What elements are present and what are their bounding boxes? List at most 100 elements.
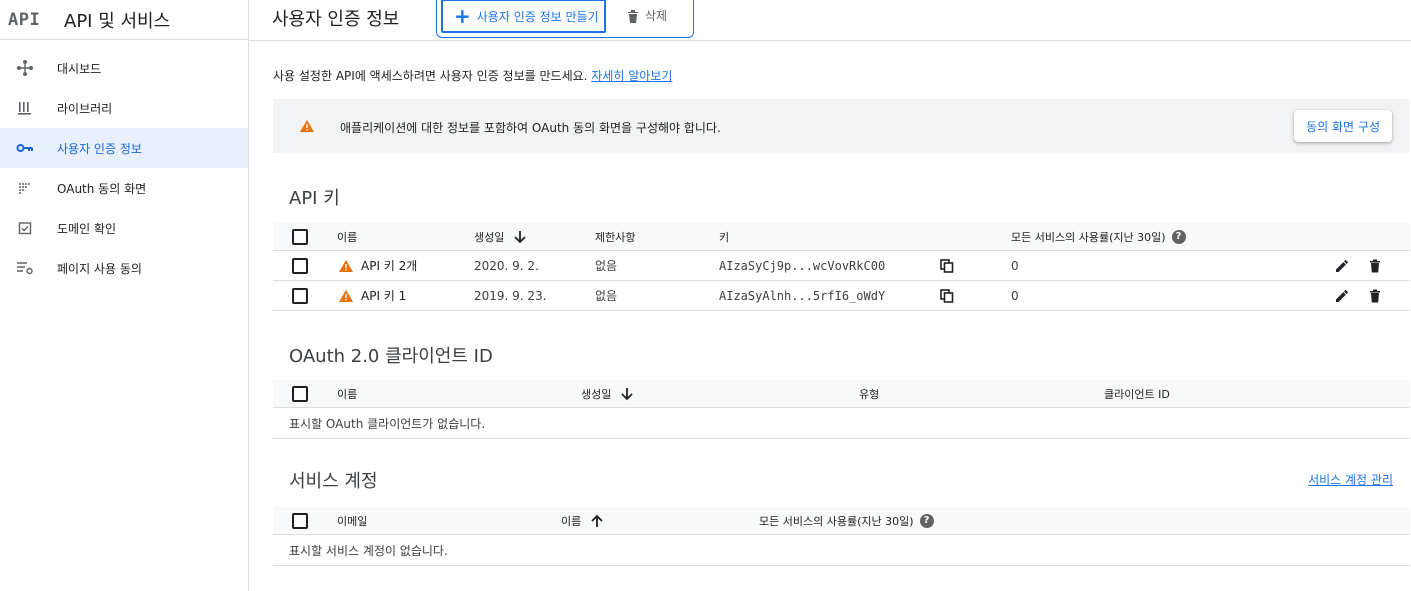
api-logo: API [8, 9, 41, 30]
table-header: 이름 생성일 제한사항 키 모든 서비스의 사용률(지난 30일) ? [273, 223, 1410, 251]
key-value: AIzaSyCj9p...wcVovRkC00 [719, 258, 886, 273]
restrictions: 없음 [595, 259, 618, 273]
delete-label: 삭제 [645, 9, 668, 23]
created-date: 2019. 9. 23. [474, 288, 547, 303]
intro-text: 사용 설정한 API에 액세스하려면 사용자 인증 정보를 만드세요. 자세히 … [273, 67, 672, 84]
table-header: 이름 생성일 유형 클라이언트 ID [273, 380, 1410, 408]
edit-icon[interactable] [1334, 281, 1350, 310]
empty-state: 표시할 OAuth 클라이언트가 없습니다. [273, 408, 1410, 439]
create-credentials-button[interactable]: + 사용자 인증 정보 만들기 [441, 0, 606, 33]
column-name[interactable]: 이름 [561, 507, 603, 534]
delete-button[interactable]: 삭제 [627, 7, 667, 24]
column-usage-label: 모든 서비스의 사용률(지난 30일) [1011, 230, 1166, 244]
sidebar-title: API 및 서비스 [64, 10, 171, 32]
service-accounts-title: 서비스 계정 [289, 471, 378, 492]
row-checkbox[interactable] [292, 287, 308, 304]
sidebar-item-label: 페이지 사용 동의 [57, 261, 142, 276]
sidebar-item-domain-verification[interactable]: 도메인 확인 [0, 208, 248, 248]
column-created-label: 생성일 [581, 387, 612, 401]
sidebar-item-dashboard[interactable]: 대시보드 [0, 48, 248, 88]
usage-value: 0 [1011, 288, 1019, 303]
select-all-checkbox[interactable] [292, 228, 308, 245]
column-created-label: 생성일 [474, 230, 505, 244]
help-icon[interactable]: ? [919, 513, 934, 528]
trash-icon [628, 9, 638, 23]
api-keys-table: 이름 생성일 제한사항 키 모든 서비스의 사용률(지난 30일) ? API … [273, 223, 1410, 311]
oauth-warning-banner: 애플리케이션에 대한 정보를 포함하여 OAuth 동의 화면을 구성해야 합니… [273, 99, 1409, 153]
warning-icon [300, 120, 314, 132]
oauth-clients-title: OAuth 2.0 클라이언트 ID [289, 346, 493, 367]
copy-icon[interactable] [940, 251, 954, 280]
sidebar: API API 및 서비스 대시보드 라이브러리 사용자 인증 정보 OAuth… [0, 0, 249, 591]
select-all-checkbox[interactable] [292, 512, 308, 529]
key-name-link[interactable]: API 키 2개 [361, 251, 417, 280]
column-usage-label: 모든 서비스의 사용률(지난 30일) [759, 514, 914, 528]
empty-state: 표시할 서비스 계정이 없습니다. [273, 535, 1410, 566]
select-all-checkbox[interactable] [292, 385, 308, 402]
column-key: 키 [719, 230, 730, 244]
sidebar-item-page-consent[interactable]: 페이지 사용 동의 [0, 248, 248, 288]
row-checkbox[interactable] [292, 257, 308, 274]
usage-value: 0 [1011, 258, 1019, 273]
help-icon[interactable]: ? [1171, 229, 1186, 244]
sidebar-item-label: OAuth 동의 화면 [57, 181, 147, 196]
library-icon [16, 99, 34, 117]
create-credentials-label: 사용자 인증 정보 만들기 [476, 9, 599, 24]
arrow-down-icon [621, 387, 634, 400]
column-usage: 모든 서비스의 사용률(지난 30일) ? [759, 507, 934, 534]
banner-message: 애플리케이션에 대한 정보를 포함하여 OAuth 동의 화면을 구성해야 합니… [340, 121, 721, 135]
empty-message: 표시할 OAuth 클라이언트가 없습니다. [289, 416, 486, 431]
manage-service-accounts-link[interactable]: 서비스 계정 관리 [1308, 471, 1393, 488]
delete-row-icon[interactable] [1369, 251, 1381, 280]
sidebar-item-oauth-consent[interactable]: OAuth 동의 화면 [0, 168, 248, 208]
key-name-link[interactable]: API 키 1 [361, 281, 406, 310]
created-date: 2020. 9. 2. [474, 258, 539, 273]
restrictions: 없음 [595, 289, 618, 303]
sidebar-item-credentials[interactable]: 사용자 인증 정보 [0, 128, 248, 168]
column-name-label: 이름 [561, 514, 582, 528]
table-header: 이메일 이름 모든 서비스의 사용률(지난 30일) ? [273, 507, 1410, 535]
column-restrictions[interactable]: 제한사항 [595, 223, 635, 250]
plus-icon: + [454, 4, 471, 28]
column-name[interactable]: 이름 [337, 380, 357, 407]
action-bar: + 사용자 인증 정보 만들기 삭제 [436, 0, 694, 38]
empty-message: 표시할 서비스 계정이 없습니다. [289, 543, 448, 558]
sidebar-item-library[interactable]: 라이브러리 [0, 88, 248, 128]
warning-icon [339, 251, 353, 280]
key-value: AIzaSyAlnh...5rfI6_oWdY [719, 288, 886, 303]
column-created[interactable]: 생성일 [474, 223, 527, 250]
page-settings-icon [16, 259, 34, 277]
column-type[interactable]: 유형 [859, 380, 879, 407]
table-row[interactable]: API 키 2개 2020. 9. 2. 없음 AIzaSyCj9p...wcV… [273, 251, 1410, 281]
domain-check-icon [16, 219, 34, 237]
copy-icon[interactable] [940, 281, 954, 310]
arrow-up-icon [591, 514, 603, 527]
api-keys-title: API 키 [289, 188, 340, 209]
intro-message: 사용 설정한 API에 액세스하려면 사용자 인증 정보를 만드세요. [273, 69, 588, 83]
delete-row-icon[interactable] [1369, 281, 1381, 310]
column-name[interactable]: 이름 [337, 223, 357, 250]
column-client-id: 클라이언트 ID [1104, 387, 1170, 401]
key-icon [16, 139, 34, 157]
arrow-down-icon [514, 230, 527, 243]
sidebar-item-label: 라이브러리 [57, 101, 113, 116]
sidebar-item-label: 대시보드 [57, 61, 102, 76]
learn-more-link[interactable]: 자세히 알아보기 [591, 69, 672, 83]
oauth-clients-table: 이름 생성일 유형 클라이언트 ID 표시할 OAuth 클라이언트가 없습니다… [273, 380, 1410, 439]
table-row[interactable]: API 키 1 2019. 9. 23. 없음 AIzaSyAlnh...5rf… [273, 281, 1410, 311]
column-email[interactable]: 이메일 [337, 507, 367, 534]
sidebar-item-label: 도메인 확인 [57, 221, 117, 236]
page-title: 사용자 인증 정보 [272, 9, 400, 30]
configure-consent-button[interactable]: 동의 화면 구성 [1294, 110, 1392, 142]
consent-icon [16, 179, 34, 197]
warning-icon [339, 281, 353, 310]
column-usage: 모든 서비스의 사용률(지난 30일) ? [1011, 223, 1186, 250]
sidebar-item-label: 사용자 인증 정보 [57, 141, 142, 156]
dashboard-icon [16, 59, 34, 77]
column-created[interactable]: 생성일 [581, 380, 634, 407]
topbar: 사용자 인증 정보 + 사용자 인증 정보 만들기 삭제 [249, 0, 1411, 41]
edit-icon[interactable] [1334, 251, 1350, 280]
sidebar-header: API API 및 서비스 [0, 0, 248, 40]
sidebar-nav: 대시보드 라이브러리 사용자 인증 정보 OAuth 동의 화면 도메인 확인 [0, 40, 248, 288]
service-accounts-table: 이메일 이름 모든 서비스의 사용률(지난 30일) ? 표시할 서비스 계정이… [273, 507, 1410, 566]
